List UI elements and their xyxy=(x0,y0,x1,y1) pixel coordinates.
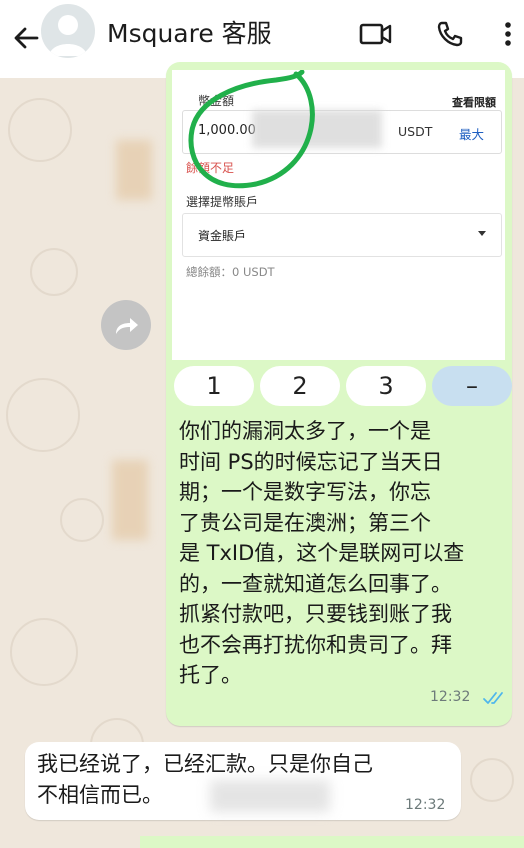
circle-annotation xyxy=(188,70,315,189)
incoming-message-time: 12:32 xyxy=(405,797,446,813)
outgoing-message-time: 12:32 xyxy=(430,689,471,705)
video-call-icon[interactable] xyxy=(358,16,394,52)
phone-icon[interactable] xyxy=(432,16,468,52)
account-value: 資金賬戶 xyxy=(198,229,247,243)
contact-name[interactable]: Msquare 客服 xyxy=(107,14,272,50)
total-balance: 總餘額：0 USDT xyxy=(186,265,275,279)
key-3: 3 xyxy=(346,366,426,406)
outgoing-message-text: 你们的漏洞太多了，一个是 时间 PS的时候忘记了当天日 期；一个是数字写法，你忘… xyxy=(179,419,465,687)
view-limit-link: 查看限額 xyxy=(452,96,496,109)
redaction-blur xyxy=(210,780,330,812)
currency-label: USDT xyxy=(398,124,433,139)
redaction-blur xyxy=(112,460,148,540)
avatar[interactable] xyxy=(41,4,95,58)
key-2: 2 xyxy=(260,366,340,406)
chevron-down-icon xyxy=(478,231,486,236)
next-message-edge xyxy=(140,836,524,848)
read-ticks-icon xyxy=(482,690,508,710)
max-button: 最大 xyxy=(459,127,485,142)
key-1: 1 xyxy=(174,366,254,406)
arrow-left-icon[interactable] xyxy=(8,20,44,56)
redaction-blur xyxy=(116,140,152,200)
more-vertical-icon[interactable] xyxy=(498,16,518,52)
forward-icon[interactable] xyxy=(101,300,151,350)
key-minus: – xyxy=(432,366,512,406)
